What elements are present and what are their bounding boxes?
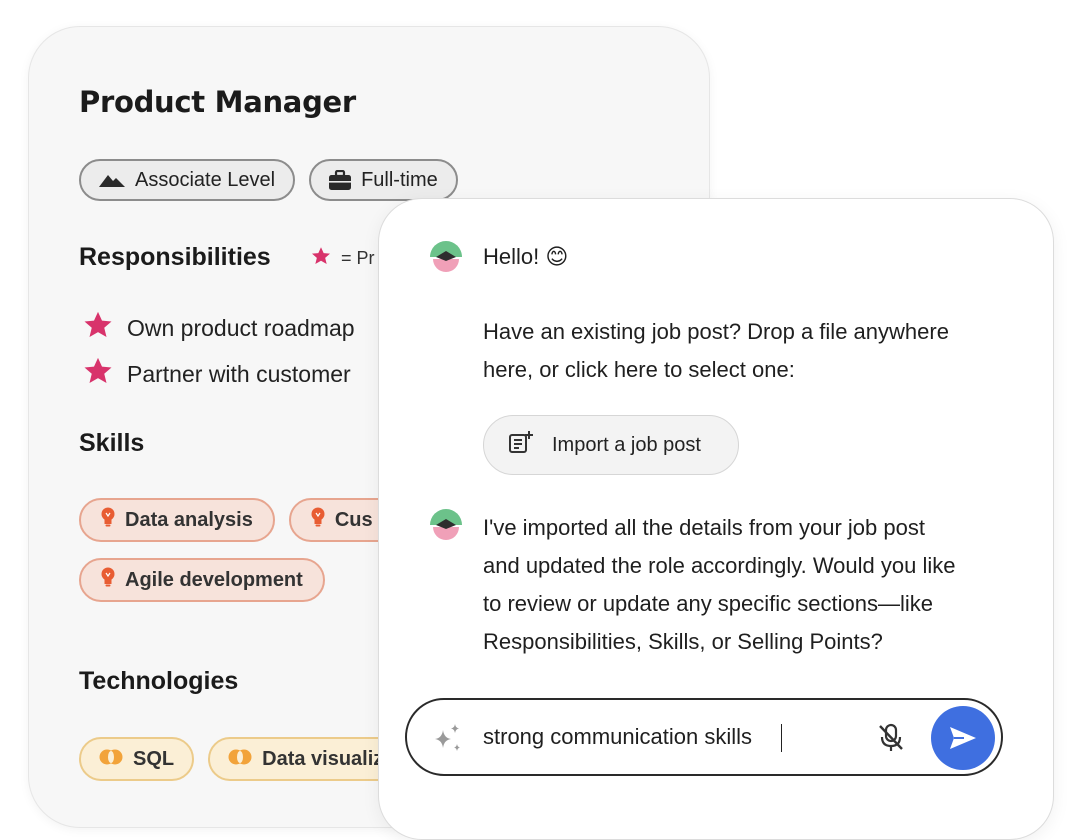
skill-tag[interactable]: Agile development xyxy=(79,558,325,602)
add-document-icon xyxy=(508,430,534,460)
send-icon xyxy=(950,727,976,749)
assistant-avatar-icon xyxy=(429,241,463,280)
level-tag[interactable]: Associate Level xyxy=(79,159,296,201)
mic-off-icon xyxy=(879,723,903,751)
import-button-label: Import a job post xyxy=(552,433,701,456)
mountain-icon xyxy=(99,173,125,187)
responsibilities-heading: Responsibilities xyxy=(79,243,271,271)
message-line: Responsibilities, Skills, or Selling Poi… xyxy=(483,629,883,654)
role-title: Product Manager xyxy=(79,85,356,119)
skill-label: Agile development xyxy=(125,568,303,591)
star-icon xyxy=(83,356,113,392)
skills-row-2: Agile development xyxy=(79,558,325,602)
message-line: I've imported all the details from your … xyxy=(483,515,925,540)
technology-tag[interactable]: SQL xyxy=(79,737,195,781)
chat-input-bar xyxy=(405,698,1003,776)
technologies-heading: Technologies xyxy=(79,667,239,695)
mic-off-button[interactable] xyxy=(873,720,909,756)
type-tag-label: Full-time xyxy=(361,168,438,191)
role-tags: Associate Level Full-time xyxy=(79,159,458,201)
overlap-circles-icon xyxy=(228,748,252,771)
technology-label: SQL xyxy=(133,747,175,770)
lightbulb-icon xyxy=(101,507,115,533)
type-tag[interactable]: Full-time xyxy=(309,159,458,201)
send-button[interactable] xyxy=(931,706,995,770)
list-item[interactable]: Own product roadmap xyxy=(83,305,355,351)
message-line: here, or click here to select one: xyxy=(483,357,795,382)
assistant-message: Hello! 😊 Have an existing job post? Drop… xyxy=(483,238,949,389)
message-line: Have an existing job post? Drop a file a… xyxy=(483,319,949,344)
technologies-row: SQL Data visualiz xyxy=(79,737,409,781)
responsibilities-list: Own product roadmap Partner with custome… xyxy=(83,305,355,397)
overlap-circles-icon xyxy=(99,748,123,771)
message-line: to review or update any specific section… xyxy=(483,591,933,616)
lightbulb-icon xyxy=(101,567,115,593)
message-greeting: Hello! 😊 xyxy=(483,244,569,269)
lightbulb-icon xyxy=(311,507,325,533)
skills-row-1: Data analysis Cus xyxy=(79,498,409,542)
priority-legend: = Pr xyxy=(311,246,375,271)
skill-label: Cus xyxy=(334,508,373,531)
assistant-avatar-icon xyxy=(429,509,463,548)
message-line: and updated the role accordingly. Would … xyxy=(483,553,956,578)
sparkle-icon xyxy=(431,722,465,761)
import-job-post-button[interactable]: Import a job post xyxy=(483,415,739,475)
chat-panel: Hello! 😊 Have an existing job post? Drop… xyxy=(378,198,1054,840)
skill-tag[interactable]: Data analysis xyxy=(79,498,275,542)
responsibility-text: Partner with customer xyxy=(127,360,351,387)
list-item[interactable]: Partner with customer xyxy=(83,351,355,397)
level-tag-label: Associate Level xyxy=(135,168,276,191)
assistant-message: I've imported all the details from your … xyxy=(483,509,955,661)
responsibility-text: Own product roadmap xyxy=(127,314,355,341)
priority-legend-text: = Pr xyxy=(341,248,375,268)
chat-input[interactable] xyxy=(483,716,783,758)
briefcase-icon xyxy=(329,170,352,190)
star-icon xyxy=(311,246,331,271)
skill-label: Data analysis xyxy=(125,508,253,531)
technology-label: Data visualiz xyxy=(262,747,384,770)
text-caret xyxy=(781,724,782,752)
star-icon xyxy=(83,310,113,346)
skills-heading: Skills xyxy=(79,429,145,457)
